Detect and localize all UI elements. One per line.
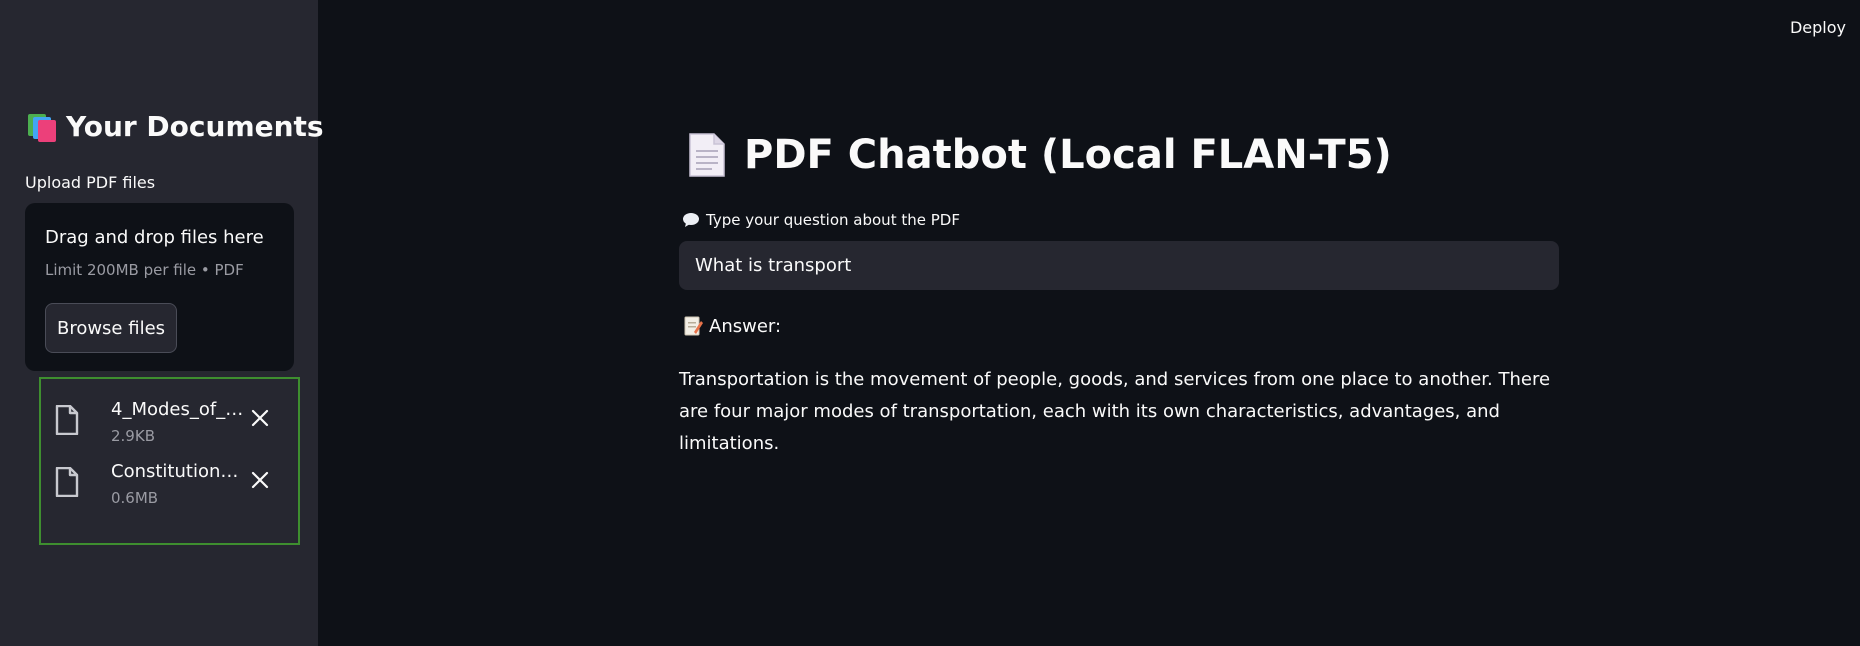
- memo-icon: [684, 316, 703, 336]
- question-label-text: Type your question about the PDF: [706, 211, 960, 229]
- speech-balloon-icon: [683, 213, 699, 227]
- answer-label: Answer:: [683, 315, 781, 337]
- file-size: 2.9KB: [111, 427, 155, 445]
- file-name: Constitution_…: [111, 461, 245, 482]
- question-label: Type your question about the PDF: [682, 211, 960, 229]
- uploaded-file-list: 4_Modes_of_… 2.9KB Constitution_… 0.6MB: [39, 377, 300, 545]
- dropzone-limit: Limit 200MB per file • PDF: [45, 261, 244, 279]
- browse-files-button[interactable]: Browse files: [45, 303, 177, 353]
- answer-text: Transportation is the movement of people…: [679, 369, 1551, 454]
- close-icon[interactable]: [251, 409, 269, 427]
- file-icon: [55, 405, 79, 435]
- file-name: 4_Modes_of_…: [111, 399, 244, 420]
- deploy-button[interactable]: Deploy: [1790, 18, 1846, 37]
- question-input[interactable]: [679, 241, 1559, 290]
- page-icon: [689, 133, 725, 177]
- sidebar-title-text: Your Documents: [66, 110, 324, 143]
- uploader-label: Upload PDF files: [25, 173, 156, 192]
- sidebar: Your Documents Upload PDF files Drag and…: [0, 0, 324, 646]
- close-icon[interactable]: [251, 471, 269, 489]
- file-dropzone[interactable]: Drag and drop files here Limit 200MB per…: [25, 203, 294, 371]
- page-title: PDF Chatbot (Local FLAN-T5): [688, 132, 1392, 178]
- file-item: 4_Modes_of_… 2.9KB: [41, 389, 298, 445]
- books-icon: [28, 112, 58, 142]
- page-title-text: PDF Chatbot (Local FLAN-T5): [744, 132, 1392, 178]
- file-item: Constitution_… 0.6MB: [41, 451, 298, 507]
- answer-label-text: Answer:: [709, 315, 782, 337]
- sidebar-title: Your Documents: [28, 110, 324, 143]
- dropzone-instructions: Drag and drop files here: [45, 227, 264, 248]
- file-icon: [55, 467, 79, 497]
- file-size: 0.6MB: [111, 489, 159, 507]
